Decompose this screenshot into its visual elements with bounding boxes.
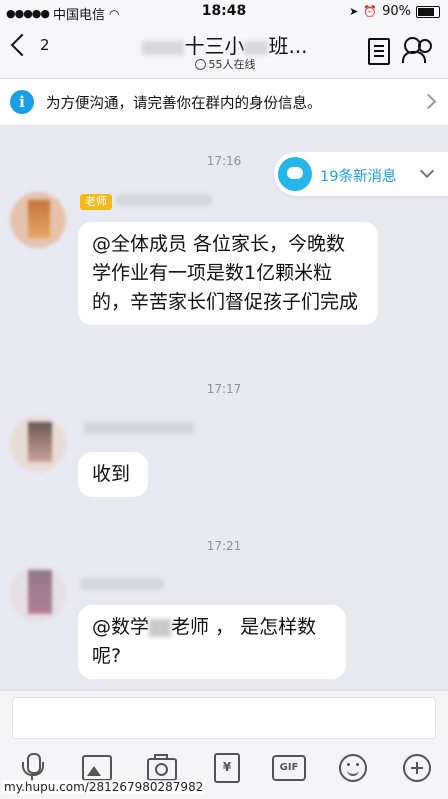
chevron-left-icon bbox=[10, 33, 34, 57]
chat-title[interactable]: 十三小 班... bbox=[110, 30, 340, 59]
message-input[interactable] bbox=[12, 697, 436, 739]
avatar[interactable] bbox=[10, 566, 66, 622]
sender-name-redacted bbox=[116, 194, 212, 206]
message-time: 17:17 bbox=[206, 382, 242, 396]
chat-title-suffix: 班... bbox=[268, 34, 308, 58]
gif-icon[interactable]: GIF bbox=[272, 755, 306, 781]
watermark: my.hupu.com/28126798028798​2 bbox=[2, 780, 206, 794]
status-right: ➤ ⏰ 90% bbox=[349, 4, 440, 19]
battery-percent: 90% bbox=[382, 4, 411, 19]
message-time: 17:21 bbox=[206, 539, 242, 553]
alarm-icon: ⏰ bbox=[363, 5, 378, 18]
message-bubble[interactable]: @数学 老师 ， 是怎样数呢? bbox=[78, 605, 346, 679]
online-count: 55人在线 bbox=[208, 58, 256, 71]
online-icon bbox=[194, 58, 206, 70]
group-files-icon[interactable] bbox=[368, 38, 390, 65]
chat-bubble-icon bbox=[278, 157, 312, 191]
message-bubble[interactable]: @全体成员 各位家长，今晚数学作业有一项是数1亿颗米粒的，辛苦家长们督促孩子们完… bbox=[78, 222, 378, 325]
emoji-icon[interactable] bbox=[339, 754, 367, 782]
message-text-prefix: @数学 bbox=[92, 616, 150, 638]
group-members-icon[interactable] bbox=[402, 37, 436, 65]
sender-name-redacted bbox=[80, 578, 164, 590]
back-button[interactable]: 2 bbox=[8, 33, 50, 57]
unread-count: 2 bbox=[40, 36, 50, 54]
image-icon[interactable] bbox=[82, 755, 112, 781]
location-arrow-icon: ➤ bbox=[349, 5, 359, 18]
status-bar: ●●●●● 中国电信 ◠ 18:48 ➤ ⏰ 90% bbox=[0, 0, 448, 24]
info-banner[interactable]: i 为方便沟通，请完善你在群内的身份信息。 bbox=[0, 79, 448, 126]
message-text: 收到 bbox=[92, 463, 131, 485]
avatar[interactable] bbox=[10, 416, 66, 472]
red-packet-icon[interactable]: ¥ bbox=[214, 753, 240, 783]
battery-fill bbox=[418, 7, 434, 16]
nav-bar: 2 十三小 班... 55人在线 bbox=[0, 24, 448, 79]
plus-icon[interactable] bbox=[403, 754, 431, 782]
redacted-title-part bbox=[244, 40, 269, 55]
teacher-badge: 老师 bbox=[80, 194, 112, 210]
message-bubble[interactable]: 收到 bbox=[78, 452, 148, 497]
chevron-right-icon bbox=[420, 93, 437, 110]
chevron-down-icon bbox=[419, 163, 435, 179]
avatar[interactable] bbox=[10, 192, 66, 248]
message-text: @全体成员 各位家长，今晚数学作业有一项是数1亿颗米粒的，辛苦家长们督促孩子们完… bbox=[92, 233, 359, 313]
info-icon: i bbox=[10, 90, 34, 114]
new-messages-label: 19条新消息 bbox=[320, 169, 397, 185]
sender-name-redacted bbox=[84, 422, 194, 434]
new-messages-button[interactable]: 19条新消息 bbox=[274, 152, 448, 196]
online-status: 55人在线 bbox=[110, 56, 340, 72]
battery-icon bbox=[416, 5, 440, 18]
info-banner-text: 为方便沟通，请完善你在群内的身份信息。 bbox=[46, 96, 322, 112]
redacted-title-part bbox=[142, 40, 185, 55]
redacted-name bbox=[149, 618, 172, 637]
chat-title-text: 十三小 bbox=[184, 34, 245, 58]
